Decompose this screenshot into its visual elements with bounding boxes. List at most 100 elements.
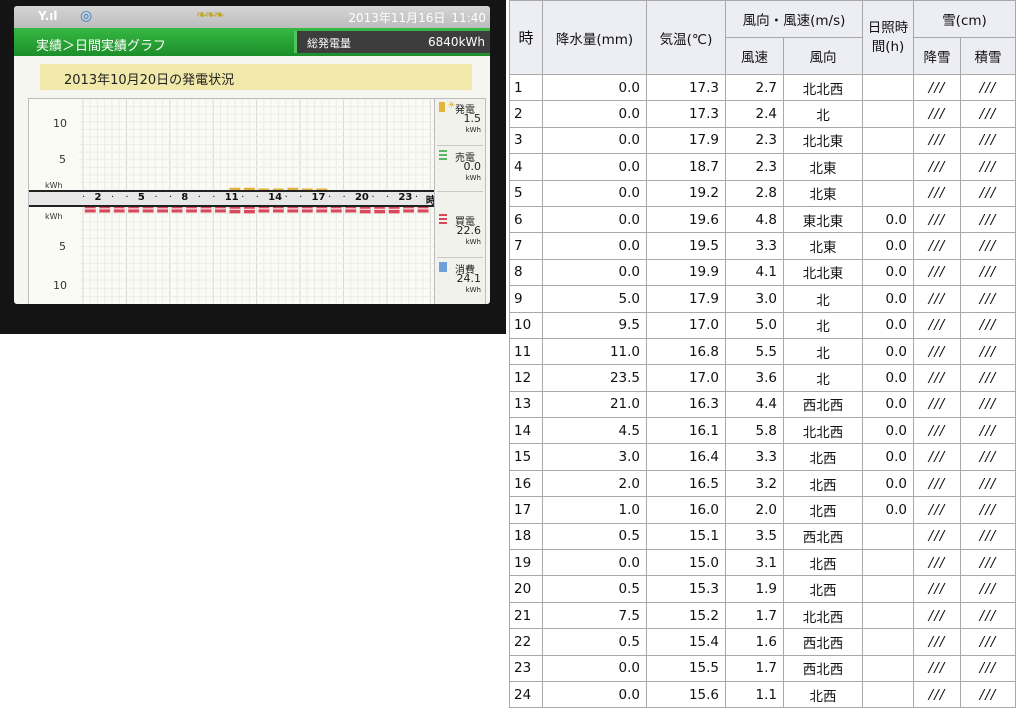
cell-hour: 3 (509, 126, 543, 155)
leaf-icon: ❧❧❧ (196, 8, 225, 23)
table-row: 15 3.0 16.4 3.3 北西 0.0////// (509, 443, 1016, 471)
total-generation-value: 6840kWh (428, 35, 485, 49)
table-row: 17 1.0 16.0 2.0 北西 0.0////// (509, 496, 1016, 524)
purchase-bar-stripe (215, 208, 226, 210)
cell-hour: 11 (509, 337, 543, 366)
cell-temp: 16.8 (646, 337, 726, 366)
cell-hour: 21 (509, 601, 543, 630)
hour-tick-dot: · (154, 192, 158, 203)
col-wind-dir-header: 風向 (783, 37, 863, 75)
cell-wind-dir: 北北東 (783, 126, 863, 155)
cell-snowfall: /// (913, 179, 961, 207)
cell-temp: 17.9 (646, 285, 726, 313)
cell-snowfall: /// (913, 496, 961, 524)
hour-tick-dot: · (110, 192, 115, 203)
cell-snow-depth: /// (960, 549, 1016, 577)
hour-tick-label: 8 (181, 192, 189, 203)
generation-unit: kWh (465, 126, 481, 134)
cell-wind-speed: 3.0 (725, 285, 784, 313)
hour-tick-dot: · (212, 192, 216, 203)
cell-wind-dir: 北東 (783, 179, 863, 207)
cell-sunshine (862, 575, 914, 603)
cell-snow-depth: /// (960, 417, 1016, 445)
cell-temp: 17.3 (646, 73, 726, 102)
cell-precip: 0.5 (542, 522, 647, 551)
purchase-bar-stripe (243, 208, 255, 210)
cell-hour: 8 (509, 258, 543, 287)
hour-tick-label: 17 (311, 192, 326, 203)
hour-tick-dot: · (255, 192, 259, 203)
breadcrumb[interactable]: 実績＞日間実績グラフ (36, 35, 166, 54)
cell-wind-dir: 北西 (783, 469, 863, 498)
cell-wind-dir: 北 (783, 364, 863, 392)
cell-wind-speed: 3.3 (725, 443, 784, 471)
table-row: 13 21.0 16.3 4.4 西北西 0.0////// (509, 390, 1016, 419)
cell-precip: 0.0 (542, 126, 647, 155)
cell-wind-dir: 東北東 (783, 205, 863, 234)
table-row: 7 0.0 19.5 3.3 北東 0.0////// (509, 232, 1016, 260)
status-time: 11:40 (451, 11, 486, 25)
cell-temp: 15.0 (646, 549, 726, 577)
hour-tick-label: 23 (398, 192, 413, 203)
cell-sunshine: 0.0 (862, 258, 914, 287)
cell-wind-dir: 北 (783, 337, 863, 366)
hour-tick-label: 20 (354, 192, 369, 203)
cell-hour: 9 (509, 285, 543, 313)
cell-sunshine (862, 179, 914, 207)
cell-snow-depth: /// (960, 337, 1016, 366)
generation-value: 1.5 (463, 112, 482, 125)
cell-sunshine: 0.0 (862, 390, 914, 419)
cell-snow-depth: /// (960, 654, 1016, 682)
purchase-bar-stripe (99, 208, 111, 210)
purchase-bar-stripe (417, 208, 429, 210)
table-row: 8 0.0 19.9 4.1 北北東 0.0////// (509, 258, 1016, 287)
col-hour-header: 時 (509, 0, 543, 75)
cell-precip: 3.0 (542, 443, 647, 471)
cell-snowfall: /// (913, 443, 961, 471)
status-bar: Y.ıl ◎ ❧❧❧ 2013年11月16日 11:40 (14, 6, 490, 28)
cell-temp: 17.3 (646, 100, 726, 128)
cell-wind-speed: 1.1 (725, 680, 784, 709)
cell-snowfall: /// (913, 417, 961, 445)
cell-sunshine: 0.0 (862, 285, 914, 313)
purchase-icon (439, 214, 447, 224)
purchase-bar-stripe (229, 208, 241, 210)
cell-hour: 2 (509, 100, 543, 128)
cell-snowfall: /// (913, 601, 961, 630)
cell-wind-dir: 北北西 (783, 417, 863, 445)
cell-snowfall: /// (913, 364, 961, 392)
cell-temp: 19.9 (646, 258, 726, 287)
cell-snow-depth: /// (960, 258, 1016, 287)
cell-hour: 23 (509, 654, 543, 682)
cell-wind-speed: 2.3 (725, 153, 784, 181)
cell-temp: 17.9 (646, 126, 726, 155)
cell-sunshine: 0.0 (862, 311, 914, 339)
cell-snow-depth: /// (960, 680, 1016, 709)
monitor-screen: Y.ıl ◎ ❧❧❧ 2013年11月16日 11:40 実績＞日間実績グラフ 総… (14, 6, 490, 304)
cell-precip: 0.0 (542, 232, 647, 260)
table-row: 24 0.0 15.6 1.1 北西 ////// (509, 680, 1016, 709)
cell-wind-speed: 3.5 (725, 522, 784, 551)
cell-sunshine (862, 628, 914, 656)
cell-snowfall: /// (913, 549, 961, 577)
cell-temp: 15.2 (646, 601, 726, 630)
cell-wind-speed: 4.1 (725, 258, 784, 287)
purchase-bar-stripe (403, 208, 415, 210)
cell-snowfall: /// (913, 654, 961, 682)
cell-precip: 0.0 (542, 654, 647, 682)
table-row: 19 0.0 15.0 3.1 北西 ////// (509, 549, 1016, 577)
purchase-bar-stripe (301, 208, 313, 210)
consumption-unit: kWh (465, 286, 481, 294)
cell-wind-speed: 3.3 (725, 232, 784, 260)
hour-tick-label: 11 (224, 192, 239, 203)
cell-temp: 15.3 (646, 575, 726, 603)
hour-tick-dot: · (328, 192, 332, 203)
hour-tick-dot: · (197, 192, 201, 203)
table-row: 23 0.0 15.5 1.7 西北西 ////// (509, 654, 1016, 682)
cell-precip: 0.0 (542, 100, 647, 128)
table-row: 9 5.0 17.9 3.0 北 0.0////// (509, 285, 1016, 313)
cell-sunshine (862, 680, 914, 709)
cell-wind-dir: 北北西 (783, 601, 863, 630)
cell-sunshine (862, 73, 914, 102)
cell-wind-dir: 北 (783, 100, 863, 128)
